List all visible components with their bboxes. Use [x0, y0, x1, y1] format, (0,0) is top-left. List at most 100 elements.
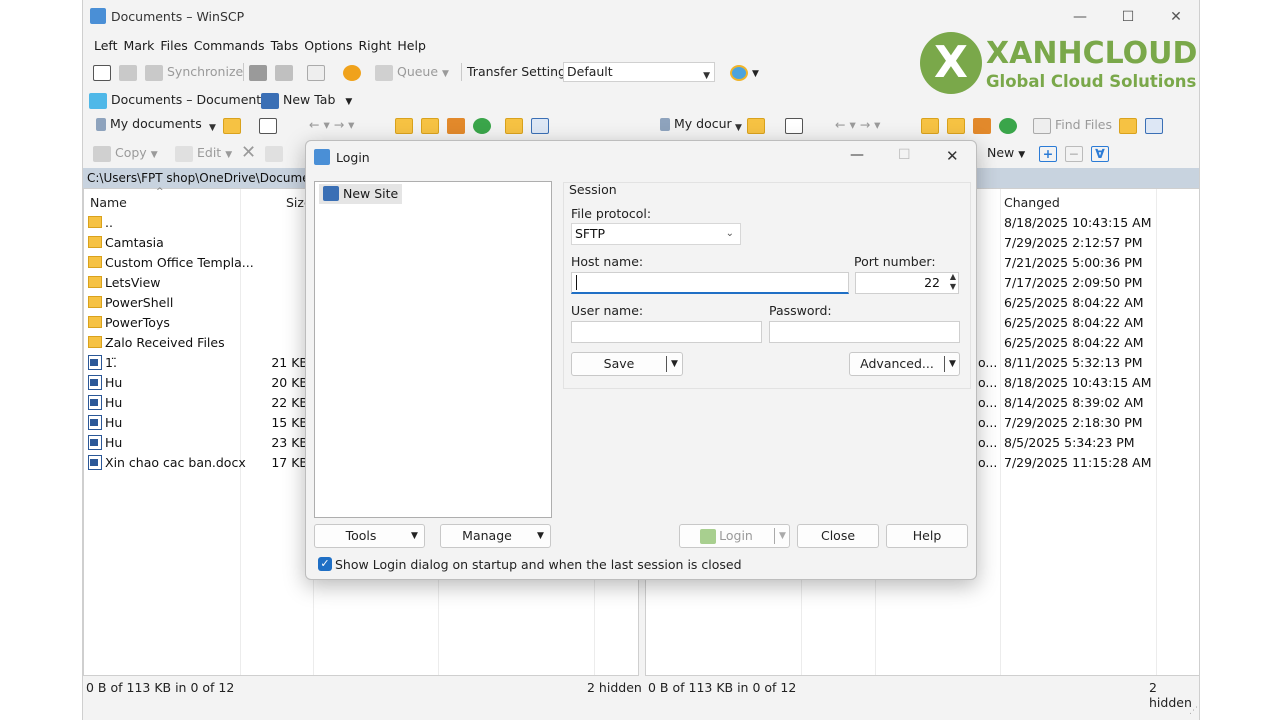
reconnect-button[interactable]: ▼: [730, 62, 759, 82]
close-window-button[interactable]: ✕: [1153, 4, 1199, 30]
right-root-directory-button[interactable]: [947, 115, 965, 135]
tab-documents[interactable]: Documents – Documents: [89, 90, 268, 110]
tools-button[interactable]: Tools ▼: [314, 524, 425, 548]
new-button[interactable]: New ▼: [987, 143, 1025, 163]
unselect-files-button[interactable]: −: [1065, 143, 1083, 163]
right-home-button[interactable]: [973, 115, 991, 135]
spinner-icon[interactable]: ▲ ▼: [950, 272, 956, 292]
host-name-input[interactable]: [571, 272, 849, 294]
file-type: o...: [978, 395, 998, 410]
file-name: Zalo Received Files: [105, 335, 225, 350]
putty-button[interactable]: [275, 62, 293, 82]
folder-icon: [88, 296, 102, 308]
refresh-local-button[interactable]: [307, 62, 325, 82]
toolbar-separator: [461, 63, 462, 81]
preferences-button[interactable]: [343, 62, 361, 82]
menu-left[interactable]: Left: [91, 36, 121, 56]
delete-button[interactable]: ✕: [241, 143, 256, 163]
left-hidden-count[interactable]: 2 hidden: [587, 680, 642, 695]
advanced-button[interactable]: Advanced... ▼: [849, 352, 960, 376]
new-session-icon: [261, 92, 279, 109]
user-name-input[interactable]: [571, 321, 762, 343]
advanced-label: Advanced...: [860, 356, 934, 371]
right-filter-button[interactable]: [785, 115, 803, 135]
right-view-button[interactable]: [1145, 115, 1163, 135]
show-login-label[interactable]: Show Login dialog on startup and when th…: [335, 557, 742, 572]
site-item-new-site[interactable]: New Site: [319, 184, 403, 204]
login-icon: [700, 529, 716, 544]
copy-button[interactable]: Copy ▼: [93, 143, 158, 163]
select-all-button[interactable]: ∀: [1091, 143, 1109, 163]
home-button[interactable]: [447, 115, 465, 135]
root-directory-button[interactable]: [421, 115, 439, 135]
menu-mark[interactable]: Mark: [121, 36, 158, 56]
filter-button[interactable]: [259, 115, 277, 135]
refresh-button[interactable]: [473, 115, 491, 135]
queue-button[interactable]: Queue ▼: [375, 62, 449, 82]
port-number-input[interactable]: 22 ▲ ▼: [855, 272, 959, 294]
maximize-button[interactable]: ☐: [1105, 4, 1151, 30]
filter-icon: [785, 117, 803, 134]
compare-directories-button[interactable]: [93, 62, 111, 82]
file-changed: 8/18/2025 10:43:15 AM: [1004, 375, 1152, 390]
right-parent-directory-button[interactable]: [921, 115, 939, 135]
menu-right[interactable]: Right: [355, 36, 394, 56]
folder-icon: [88, 316, 102, 328]
right-tree-button[interactable]: [1119, 115, 1137, 135]
logo-mark: X: [920, 32, 982, 94]
left-location-select[interactable]: My documents ▼: [93, 115, 217, 135]
column-name[interactable]: Name: [90, 195, 127, 210]
file-protocol-select[interactable]: SFTP ⌄: [571, 223, 741, 245]
synchronize-button[interactable]: Synchronize: [145, 62, 243, 82]
menu-files[interactable]: Files: [157, 36, 190, 56]
column-changed[interactable]: Changed: [1004, 195, 1060, 210]
putty-icon: [275, 64, 293, 81]
menu-commands[interactable]: Commands: [191, 36, 268, 56]
parent-directory-button[interactable]: [395, 115, 413, 135]
show-login-checkbox[interactable]: ✓: [318, 557, 332, 571]
menu-tabs[interactable]: Tabs: [268, 36, 302, 56]
text-cursor: [576, 275, 577, 290]
close-button[interactable]: Close: [797, 524, 879, 548]
right-location-select[interactable]: My docur ▼: [657, 115, 747, 135]
minimize-button[interactable]: —: [1057, 4, 1103, 30]
view-button[interactable]: [531, 115, 549, 135]
edit-button[interactable]: Edit ▼: [175, 143, 232, 163]
right-refresh-button[interactable]: [999, 115, 1017, 135]
menu-options[interactable]: Options: [301, 36, 355, 56]
user-name-label: User name:: [571, 303, 644, 318]
xanhcloud-logo: X XANHCLOUD Global Cloud Solutions: [920, 32, 1200, 98]
right-back-button[interactable]: ← ▾ → ▾: [835, 115, 880, 135]
select-files-button[interactable]: +: [1039, 143, 1057, 163]
resize-grip-icon[interactable]: ⋰: [1189, 706, 1198, 716]
window-title: Documents – WinSCP: [111, 9, 245, 24]
tree-button[interactable]: [505, 115, 523, 135]
file-name: Camtasia: [105, 235, 164, 250]
save-button[interactable]: Save ▼: [571, 352, 683, 376]
site-tree[interactable]: New Site: [314, 181, 552, 518]
menu-help[interactable]: Help: [394, 36, 429, 56]
rename-button[interactable]: [265, 143, 283, 163]
help-button[interactable]: Help: [886, 524, 968, 548]
dialog-maximize-button[interactable]: ☐: [898, 147, 911, 163]
manage-button[interactable]: Manage ▼: [440, 524, 551, 548]
copy-label: Copy: [114, 145, 147, 160]
find-files-button[interactable]: Find Files: [1033, 115, 1112, 135]
password-input[interactable]: [769, 321, 960, 343]
login-button[interactable]: Login ▼: [679, 524, 790, 548]
console-button[interactable]: [249, 62, 267, 82]
transfer-settings-select[interactable]: Default ▼: [563, 62, 715, 82]
new-label: New: [987, 145, 1015, 160]
file-type: o...: [978, 435, 998, 450]
dialog-minimize-button[interactable]: —: [850, 147, 864, 163]
folder-icon: [88, 256, 102, 268]
open-directory-button[interactable]: [223, 115, 241, 135]
back-button[interactable]: ← ▾ → ▾: [309, 115, 354, 135]
file-name: Custom Office Templa...: [105, 255, 254, 270]
sync-browsing-button[interactable]: [119, 62, 137, 82]
right-open-directory-button[interactable]: [747, 115, 765, 135]
left-path[interactable]: C:\Users\FPT shop\OneDrive\Documents: [87, 171, 328, 185]
tab-new-tab[interactable]: New Tab ▼: [261, 90, 352, 110]
dialog-close-button[interactable]: ✕: [946, 147, 959, 165]
winscp-app-icon: [90, 8, 106, 24]
